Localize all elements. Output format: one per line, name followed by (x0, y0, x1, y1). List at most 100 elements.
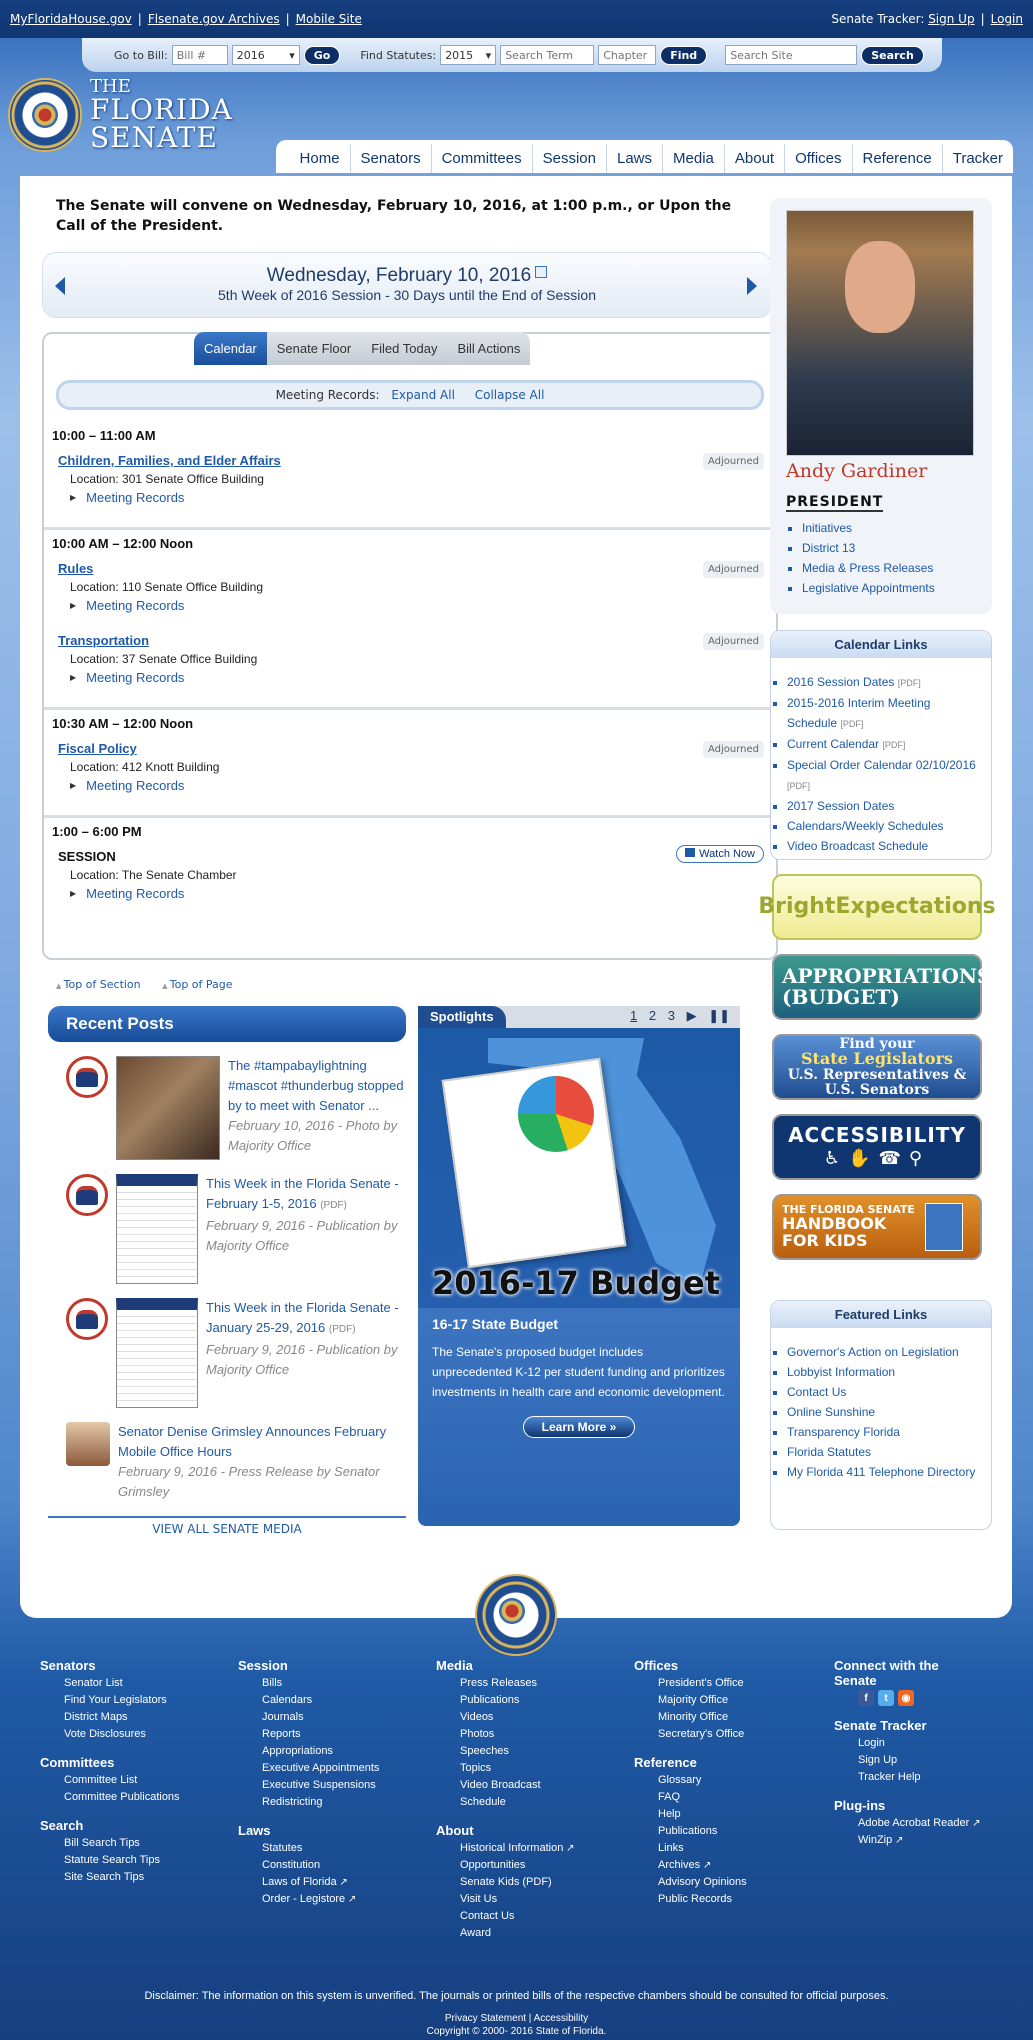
footer-link[interactable]: Press Releases (436, 1675, 575, 1692)
previous-day-arrow-icon[interactable] (55, 277, 65, 295)
footer-link[interactable]: Glossary (634, 1772, 747, 1789)
featured-link[interactable]: Transparency Florida (787, 1425, 900, 1439)
meeting-records-link[interactable]: Meeting Records (86, 778, 184, 793)
footer-link[interactable]: Links (634, 1840, 747, 1857)
statute-year-select[interactable]: 2015 ▾ (440, 45, 497, 65)
calendar-link[interactable]: Special Order Calendar 02/10/2016 (787, 758, 976, 772)
meeting-records-link[interactable]: Meeting Records (86, 598, 184, 613)
spotlight-image[interactable]: 2016-17 Budget (418, 1028, 740, 1308)
footer-link[interactable]: Appropriations (238, 1743, 379, 1760)
chapter-input[interactable] (598, 45, 657, 65)
accessibility-banner[interactable]: ACCESSIBILITY ♿✋☎⚲ (772, 1114, 982, 1180)
spotlight-page-2[interactable]: 2 (649, 1008, 656, 1023)
press-releases-link[interactable]: Media & Press Releases (802, 561, 933, 575)
post-photo-thumbnail[interactable] (116, 1056, 220, 1160)
footer-link[interactable]: FAQ (634, 1789, 747, 1806)
footer-link[interactable]: Contact Us (436, 1908, 575, 1925)
myfloridahouse-link[interactable]: MyFloridaHouse.gov (10, 12, 132, 26)
post-title-link[interactable]: The #tampabaylightning #mascot #thunderb… (228, 1058, 404, 1113)
district-link[interactable]: District 13 (802, 541, 855, 555)
footer-link[interactable]: President's Office (634, 1675, 747, 1692)
appropriations-banner[interactable]: APPROPRIATIONS (BUDGET) (772, 954, 991, 1020)
pause-icon[interactable]: ❚❚ (708, 1008, 730, 1023)
senate-logo[interactable]: THE FLORIDA SENATE (8, 78, 233, 152)
featured-link[interactable]: Florida Statutes (787, 1445, 871, 1459)
tab-bill-actions[interactable]: Bill Actions (447, 332, 531, 365)
meeting-records-link[interactable]: Meeting Records (86, 490, 184, 505)
footer-link[interactable]: Senate Kids (PDF) (436, 1874, 575, 1891)
footer-link[interactable]: Public Records (634, 1891, 747, 1908)
find-legislators-banner[interactable]: Find your State Legislators U.S. Represent… (772, 1034, 982, 1100)
footer-link[interactable]: Constitution (238, 1857, 379, 1874)
tab-senate-floor[interactable]: Senate Floor (266, 332, 362, 365)
rss-icon[interactable]: ◉ (898, 1690, 914, 1706)
archives-link[interactable]: Flsenate.gov Archives (148, 12, 280, 26)
footer-link[interactable]: Login (834, 1735, 984, 1752)
footer-link[interactable]: Bills (238, 1675, 379, 1692)
footer-link[interactable]: Secretary's Office (634, 1726, 747, 1743)
nav-media[interactable]: Media (662, 144, 724, 173)
featured-link[interactable]: Online Sunshine (787, 1405, 875, 1419)
bright-expectations-banner[interactable]: BrightExpectations (758, 874, 996, 940)
nav-laws[interactable]: Laws (606, 144, 662, 173)
footer-link[interactable]: Order - Legistore (238, 1891, 379, 1908)
nav-tracker[interactable]: Tracker (941, 144, 1013, 173)
footer-link[interactable]: Calendars (238, 1692, 379, 1709)
bill-year-select[interactable]: 2016 ▾ (231, 45, 300, 65)
footer-link[interactable]: Photos (436, 1726, 575, 1743)
calendar-icon[interactable] (535, 266, 548, 278)
footer-link[interactable]: Statute Search Tips (40, 1852, 180, 1869)
footer-link[interactable]: Opportunities (436, 1857, 575, 1874)
footer-link[interactable]: WinZip (834, 1832, 984, 1849)
twitter-icon[interactable]: t (878, 1690, 894, 1706)
footer-link[interactable]: Reports (238, 1726, 379, 1743)
footer-link[interactable]: Advisory Opinions (634, 1874, 747, 1891)
featured-link[interactable]: Lobbyist Information (787, 1365, 895, 1379)
footer-link[interactable]: Statutes (238, 1840, 379, 1857)
calendar-link[interactable]: Calendars/Weekly Schedules (787, 819, 944, 833)
meeting-records-link[interactable]: Meeting Records (86, 886, 184, 901)
footer-link[interactable]: Visit Us (436, 1891, 575, 1908)
calendar-link[interactable]: 2016 Session Dates (787, 675, 894, 689)
footer-link[interactable]: Redistricting (238, 1794, 379, 1811)
footer-link[interactable]: Speeches (436, 1743, 575, 1760)
featured-link[interactable]: Governor's Action on Legislation (787, 1345, 959, 1359)
meeting-records-link[interactable]: Meeting Records (86, 670, 184, 685)
footer-link[interactable]: Video Broadcast (436, 1777, 575, 1794)
footer-link[interactable]: Help (634, 1806, 747, 1823)
signup-link[interactable]: Sign Up (928, 12, 974, 26)
footer-link[interactable]: Adobe Acrobat Reader (834, 1815, 984, 1832)
learn-more-button[interactable]: Learn More » (523, 1416, 635, 1438)
post-title-link[interactable]: This Week in the Florida Senate - Februa… (206, 1176, 399, 1211)
facebook-icon[interactable]: f (858, 1690, 874, 1706)
meeting-name-link[interactable]: Rules (58, 561, 768, 576)
privacy-accessibility-links[interactable]: Privacy Statement | Accessibility (0, 2012, 1033, 2025)
statute-term-input[interactable] (500, 45, 595, 65)
footer-link[interactable]: Committee List (40, 1772, 180, 1789)
nav-reference[interactable]: Reference (851, 144, 942, 173)
nav-committees[interactable]: Committees (430, 144, 532, 173)
footer-link[interactable]: Publications (436, 1692, 575, 1709)
view-all-media-link[interactable]: VIEW ALL SENATE MEDIA (152, 1522, 302, 1536)
meeting-name-link[interactable]: Children, Families, and Elder Affairs (58, 453, 768, 468)
footer-link[interactable]: Laws of Florida (238, 1874, 379, 1891)
bill-number-input[interactable] (171, 45, 228, 65)
go-button[interactable]: Go (303, 45, 341, 65)
site-search-input[interactable] (725, 45, 858, 65)
watch-now-button[interactable]: Watch Now (676, 845, 764, 863)
footer-link[interactable]: Find Your Legislators (40, 1692, 180, 1709)
footer-link[interactable]: Award (436, 1925, 575, 1942)
footer-link[interactable]: Majority Office (634, 1692, 747, 1709)
initiatives-link[interactable]: Initiatives (802, 521, 852, 535)
handbook-for-kids-banner[interactable]: THE FLORIDA SENATE HANDBOOK FOR KIDS (772, 1194, 982, 1260)
find-button[interactable]: Find (660, 45, 708, 65)
expand-all-link[interactable]: Expand All (391, 388, 455, 402)
play-icon[interactable]: ▶ (687, 1008, 697, 1023)
footer-link[interactable]: Minority Office (634, 1709, 747, 1726)
meeting-name-link[interactable]: Transportation (58, 633, 768, 648)
calendar-link[interactable]: Current Calendar (787, 737, 879, 751)
footer-link[interactable]: Schedule (436, 1794, 575, 1811)
search-button[interactable]: Search (861, 45, 924, 65)
post-document-thumbnail[interactable] (116, 1298, 198, 1408)
nav-senators[interactable]: Senators (349, 144, 431, 173)
